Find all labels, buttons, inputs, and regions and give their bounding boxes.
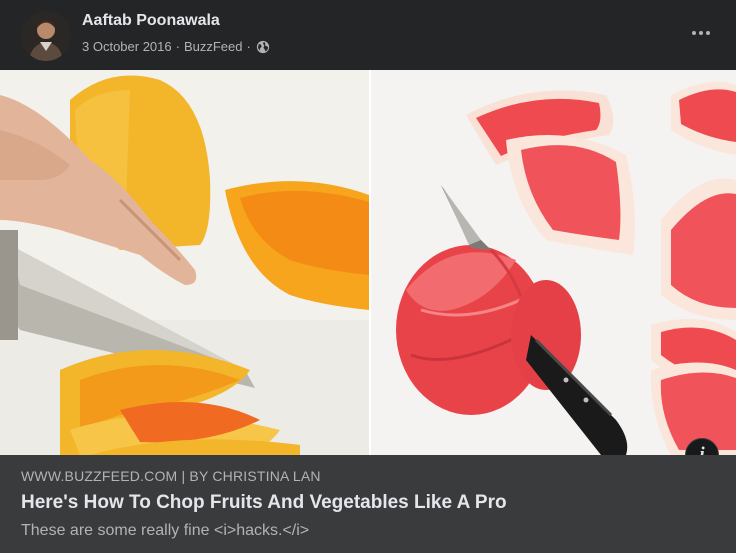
post-meta: 3 October 2016 · BuzzFeed ·: [82, 39, 270, 54]
post-header: Aaftab Poonawala 3 October 2016 · BuzzFe…: [0, 0, 736, 70]
more-horizontal-icon: [692, 31, 710, 35]
post-source[interactable]: BuzzFeed: [184, 39, 243, 54]
link-title[interactable]: Here's How To Chop Fruits And Vegetables…: [21, 492, 507, 514]
link-image[interactable]: [0, 70, 736, 455]
meta-separator: ·: [246, 39, 251, 54]
link-description: These are some really fine <i>hacks.</i>: [21, 522, 310, 539]
author-name[interactable]: Aaftab Poonawala: [82, 12, 220, 30]
link-domain: WWW.BUZZFEED.COM | BY CHRISTINA LAN: [21, 468, 321, 484]
link-preview[interactable]: WWW.BUZZFEED.COM | BY CHRISTINA LAN Here…: [0, 455, 736, 553]
avatar[interactable]: [21, 11, 71, 61]
squash-photo: [0, 70, 369, 455]
feed-post: Aaftab Poonawala 3 October 2016 · BuzzFe…: [0, 0, 736, 553]
avatar-image: [21, 11, 71, 61]
post-date[interactable]: 3 October 2016: [82, 39, 172, 54]
meta-separator: ·: [175, 39, 180, 54]
grapefruit-photo: [371, 70, 736, 455]
more-options-button[interactable]: [684, 18, 718, 48]
globe-icon[interactable]: [256, 40, 270, 54]
